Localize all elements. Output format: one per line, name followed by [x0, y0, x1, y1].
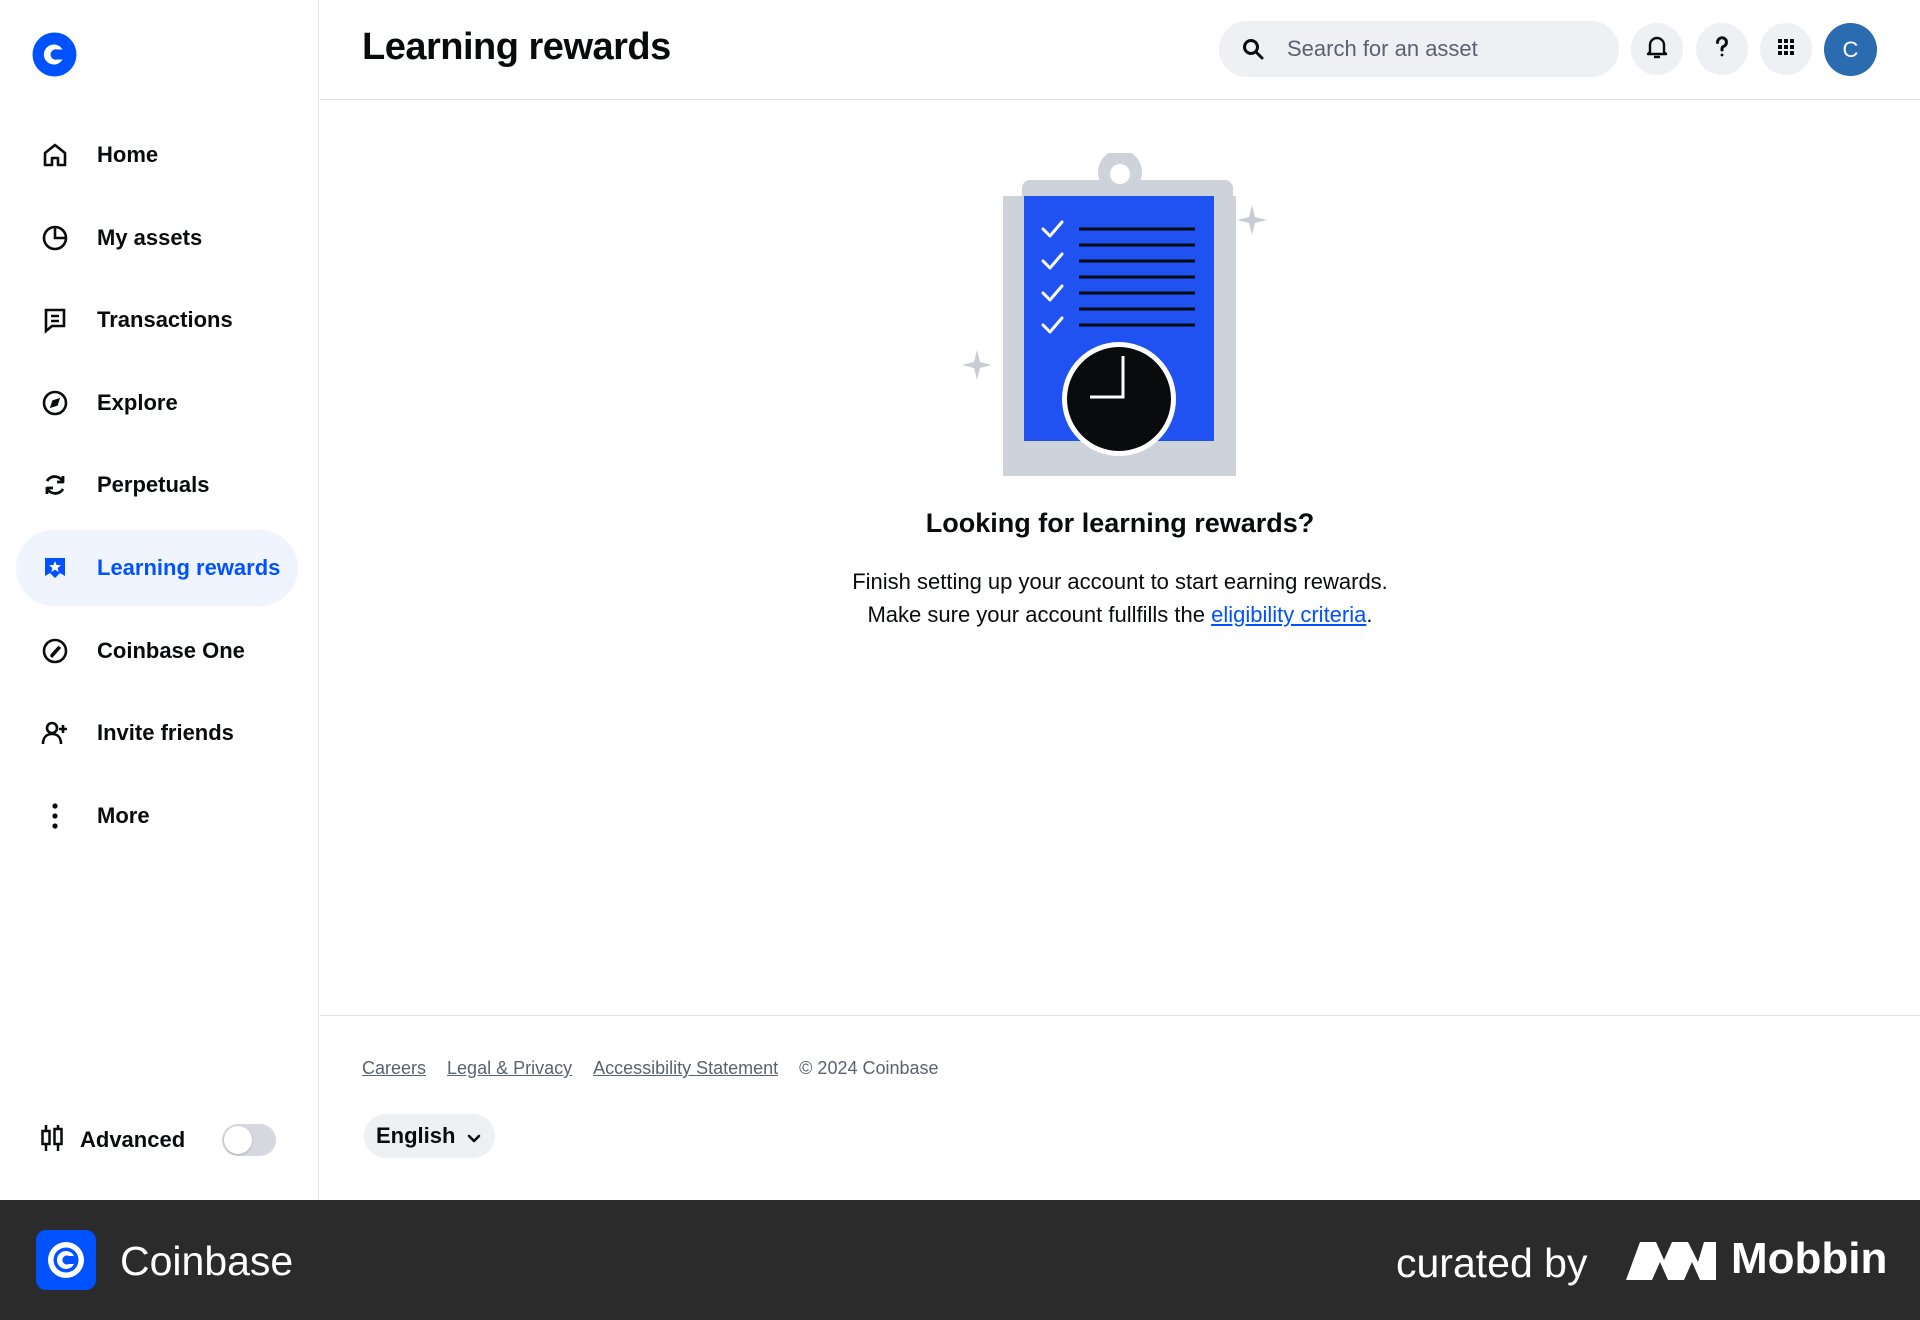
clipboard-clock-illustration	[955, 150, 1285, 483]
main-content: Looking for learning rewards? Finish set…	[320, 101, 1920, 1015]
question-mark-icon	[1709, 34, 1735, 65]
page-title: Learning rewards	[362, 26, 671, 68]
sidebar-item-label: My assets	[97, 224, 203, 250]
mobbin-logo-icon	[1626, 1240, 1716, 1280]
sidebar: Home My assets Transactions Explore Perp…	[0, 0, 319, 1200]
sidebar-item-label: Coinbase One	[97, 637, 245, 663]
rewards-badge-icon	[40, 553, 70, 583]
banner-app-name: Coinbase	[120, 1238, 294, 1284]
empty-state-line-2: Make sure your account fullfills the eli…	[320, 598, 1920, 631]
add-user-icon	[40, 718, 70, 748]
top-header: Learning rewards Search for an asset C	[320, 0, 1920, 100]
receipt-icon	[40, 305, 70, 335]
coinbase-logo-icon[interactable]	[32, 32, 77, 77]
compass-icon	[40, 388, 70, 418]
language-label: English	[376, 1123, 456, 1148]
coinbase-one-icon	[40, 636, 70, 666]
sidebar-item-label: Invite friends	[97, 720, 234, 746]
sidebar-item-learning-rewards[interactable]: Learning rewards	[16, 529, 298, 606]
careers-link[interactable]: Careers	[362, 1058, 426, 1079]
sidebar-item-label: Transactions	[97, 307, 233, 333]
sidebar-item-transactions[interactable]: Transactions	[16, 282, 298, 358]
eligibility-criteria-link[interactable]: eligibility criteria	[1211, 602, 1366, 627]
advanced-toggle[interactable]	[222, 1124, 276, 1156]
accessibility-statement-link[interactable]: Accessibility Statement	[593, 1058, 778, 1079]
empty-state-line-1: Finish setting up your account to start …	[852, 569, 1388, 594]
sidebar-item-invite-friends[interactable]: Invite friends	[16, 695, 298, 771]
help-button[interactable]	[1696, 23, 1748, 75]
language-selector[interactable]: English	[364, 1114, 496, 1158]
advanced-label: Advanced	[80, 1127, 186, 1152]
sidebar-item-label: Home	[97, 142, 159, 167]
notifications-button[interactable]	[1631, 23, 1683, 75]
mobbin-banner: Coinbase curated by Mobbin	[0, 1200, 1920, 1320]
search-input[interactable]	[1287, 36, 1587, 62]
pie-chart-icon	[40, 223, 70, 253]
bell-icon	[1644, 34, 1670, 65]
advanced-mode-row: Advanced	[40, 1116, 280, 1164]
sidebar-item-home[interactable]: Home	[16, 117, 298, 193]
page-footer: Careers Legal & Privacy Accessibility St…	[320, 1015, 1920, 1200]
sidebar-nav: Home My assets Transactions Explore Perp…	[16, 117, 298, 860]
sidebar-item-my-assets[interactable]: My assets	[16, 200, 298, 276]
curated-by-text: curated by	[1396, 1240, 1588, 1286]
avatar[interactable]: C	[1824, 23, 1877, 76]
mobbin-wordmark: Mobbin	[1731, 1234, 1888, 1283]
search-icon	[1241, 37, 1265, 61]
legal-privacy-link[interactable]: Legal & Privacy	[447, 1058, 572, 1079]
apps-menu-button[interactable]	[1760, 23, 1812, 75]
refresh-icon	[40, 470, 70, 500]
search-bar[interactable]	[1219, 21, 1619, 77]
empty-state-line-2-prefix: Make sure your account fullfills the	[867, 602, 1212, 627]
copyright-text: © 2024 Coinbase	[799, 1058, 939, 1078]
toggle-knob	[224, 1126, 252, 1154]
sidebar-item-label: Explore	[97, 389, 178, 415]
sidebar-item-perpetuals[interactable]: Perpetuals	[16, 447, 298, 523]
sidebar-item-more[interactable]: More	[16, 778, 298, 854]
footer-links: Careers Legal & Privacy Accessibility St…	[362, 1058, 939, 1079]
sidebar-item-explore[interactable]: Explore	[16, 365, 298, 441]
more-vertical-icon	[40, 801, 70, 831]
sidebar-item-coinbase-one[interactable]: Coinbase One	[16, 613, 298, 689]
candlestick-icon	[40, 1123, 64, 1158]
home-icon	[40, 140, 70, 170]
sidebar-item-label: Learning rewards	[97, 554, 281, 580]
empty-state-title: Looking for learning rewards?	[925, 508, 1315, 538]
coinbase-app-icon	[36, 1230, 96, 1290]
chevron-down-icon	[465, 1127, 483, 1145]
sidebar-item-label: Perpetuals	[97, 472, 210, 498]
grid-dots-icon	[1776, 37, 1796, 62]
sidebar-item-label: More	[97, 802, 150, 828]
empty-state-description: Finish setting up your account to start …	[320, 565, 1920, 631]
empty-state-line-2-suffix: .	[1366, 602, 1373, 627]
